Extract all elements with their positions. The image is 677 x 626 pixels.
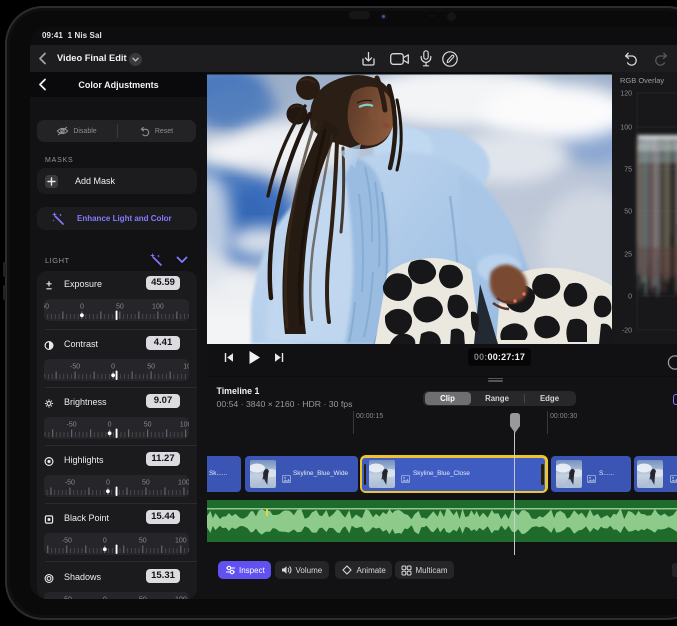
svg-text:0: 0	[80, 304, 84, 311]
svg-text:-50: -50	[70, 364, 80, 371]
svg-text:75: 75	[624, 167, 632, 174]
svg-text:-50: -50	[62, 597, 72, 600]
svg-text:50: 50	[139, 597, 147, 600]
svg-text:100: 100	[180, 422, 189, 429]
svg-text:0: 0	[108, 422, 112, 429]
svg-text:-50: -50	[44, 304, 49, 311]
svg-text:0: 0	[103, 597, 107, 600]
svg-text:-20: -20	[622, 328, 632, 335]
svg-text:0: 0	[628, 294, 632, 301]
svg-text:100: 100	[178, 480, 189, 487]
svg-text:RGB Overlay: RGB Overlay	[620, 76, 664, 85]
svg-text:25: 25	[624, 252, 632, 259]
svg-text:50: 50	[147, 364, 155, 371]
svg-text:120: 120	[620, 91, 632, 98]
svg-text:50: 50	[139, 538, 147, 545]
svg-text:100: 100	[620, 125, 632, 132]
svg-text:50: 50	[116, 304, 124, 311]
svg-text:100: 100	[183, 364, 189, 371]
svg-text:100: 100	[175, 538, 187, 545]
svg-text:100: 100	[152, 304, 164, 311]
svg-text:-50: -50	[67, 422, 77, 429]
svg-text:0: 0	[103, 538, 107, 545]
svg-text:-50: -50	[65, 480, 75, 487]
svg-text:50: 50	[144, 422, 152, 429]
svg-text:50: 50	[142, 480, 150, 487]
svg-text:50: 50	[624, 209, 632, 216]
svg-text:-50: -50	[62, 538, 72, 545]
svg-text:0: 0	[106, 480, 110, 487]
svg-text:100: 100	[175, 597, 187, 600]
svg-text:0: 0	[111, 364, 115, 371]
